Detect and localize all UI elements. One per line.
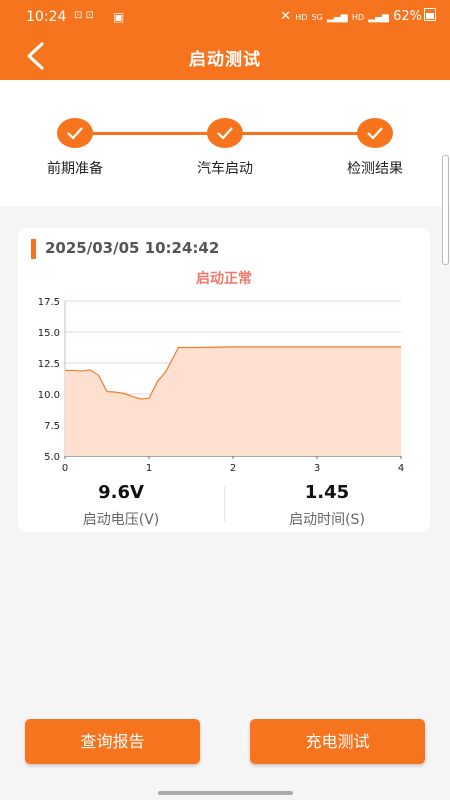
y-tick-label: 7.5 xyxy=(44,421,60,432)
step-label: 前期准备 xyxy=(47,161,103,177)
progress-stepper: 前期准备 汽车启动 检测结果 xyxy=(0,80,450,206)
check-icon xyxy=(367,127,383,140)
step-3-check xyxy=(357,118,393,148)
query-report-button[interactable]: 查询报告 xyxy=(25,719,200,764)
check-icon xyxy=(67,127,83,140)
x-tick-label: 1 xyxy=(146,463,152,474)
y-tick-label: 10.0 xyxy=(38,390,60,401)
y-tick-label: 17.5 xyxy=(38,297,60,308)
scrollbar-thumb[interactable] xyxy=(442,155,449,265)
x-tick-label: 3 xyxy=(314,463,320,474)
x-tick-label: 0 xyxy=(62,463,68,474)
signal-gen: 5G xyxy=(311,13,323,22)
y-tick-label: 12.5 xyxy=(38,359,60,370)
check-icon xyxy=(217,127,233,140)
signal-icon: ▂▄▆ xyxy=(326,13,348,23)
home-indicator[interactable] xyxy=(158,791,293,795)
step-1-check xyxy=(57,118,93,148)
x-tick-label: 4 xyxy=(398,463,404,474)
voltage-label: 启动电压(V) xyxy=(82,512,160,528)
card-accent-bar xyxy=(31,239,36,259)
time-metric: 1.45 启动时间(S) xyxy=(224,482,430,529)
step-label: 检测结果 xyxy=(347,161,403,177)
screenshot-icon: ⊡ ⊡ xyxy=(74,10,94,21)
voltage-metric: 9.6V 启动电压(V) xyxy=(18,482,224,529)
step-connector xyxy=(92,132,208,135)
charge-test-button[interactable]: 充电测试 xyxy=(250,719,425,764)
signal-icon-2: ▂▄▆ xyxy=(368,13,389,23)
title-bar: 启动测试 xyxy=(0,34,450,80)
voltage-value: 9.6V xyxy=(98,482,144,503)
time-value: 1.45 xyxy=(304,482,350,503)
y-tick-label: 15.0 xyxy=(38,328,60,339)
y-tick-label: 5.0 xyxy=(44,452,60,463)
app-notification-icon: ▣ xyxy=(113,10,125,24)
battery-icon xyxy=(424,8,436,21)
app-header: 10:24 ⊡ ⊡ ▣ ✕ HD 5G ▂▄▆ HD ▂▄▆ 62% 启动测试 xyxy=(0,0,450,80)
result-status: 启动正常 xyxy=(196,271,252,287)
time-label: 启动时间(S) xyxy=(289,512,365,528)
step-label: 汽车启动 xyxy=(197,161,253,177)
step-connector xyxy=(242,132,358,135)
battery-text: 62% xyxy=(393,9,422,24)
voltage-chart: 5.0 7.5 10.0 12.5 15.0 17.5 0 1 2 3 4 xyxy=(38,297,404,474)
status-bar: 10:24 ⊡ ⊡ ▣ ✕ HD 5G ▂▄▆ HD ▂▄▆ 62% xyxy=(0,0,450,34)
test-timestamp: 2025/03/05 10:24:42 xyxy=(45,239,220,257)
status-right: ✕ HD 5G ▂▄▆ HD ▂▄▆ 62% xyxy=(280,8,436,24)
network-type-2: HD xyxy=(351,13,365,22)
status-time: 10:24 xyxy=(26,9,67,25)
step-2-check xyxy=(207,118,243,148)
page-title: 启动测试 xyxy=(189,50,261,70)
mute-icon: ✕ xyxy=(280,9,292,24)
x-tick-label: 2 xyxy=(230,463,236,474)
result-card: 2025/03/05 10:24:42 启动正常 5.0 7.5 10.0 12.5 1… xyxy=(18,228,430,532)
network-type-1: HD xyxy=(295,13,308,22)
